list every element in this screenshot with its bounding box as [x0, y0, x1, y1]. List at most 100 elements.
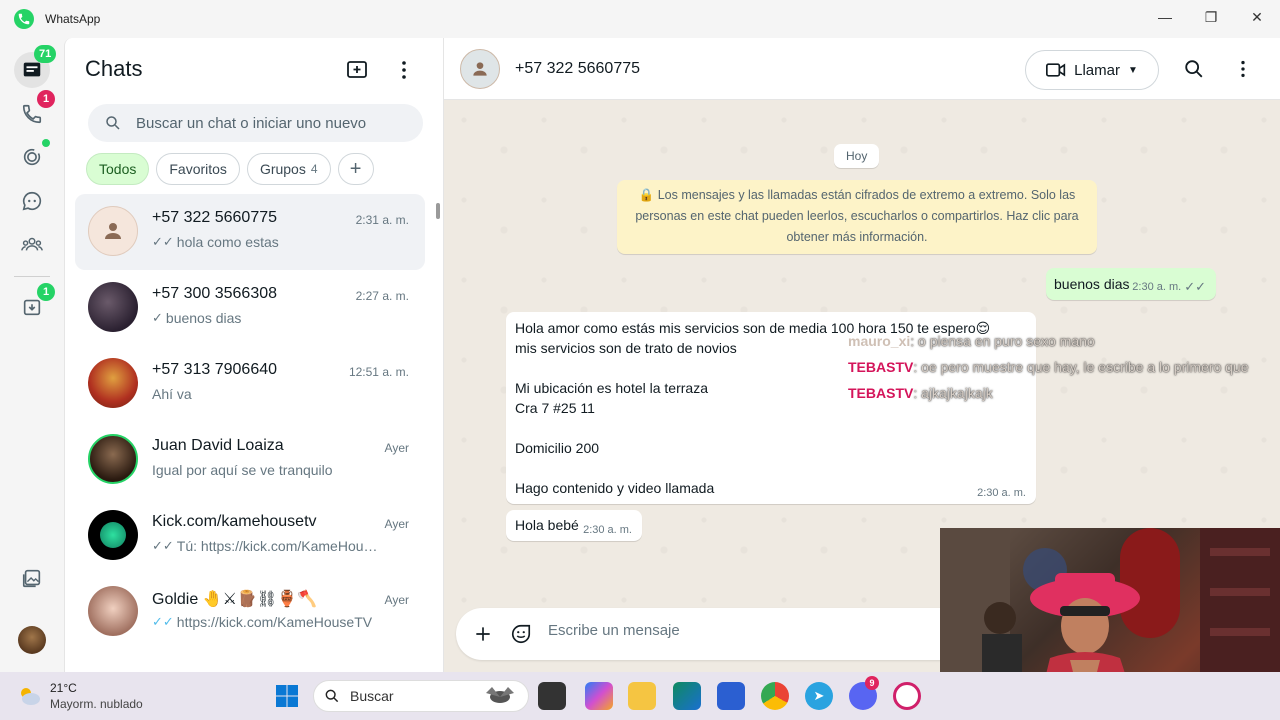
chevron-down-icon: ▼ — [1127, 64, 1138, 76]
contact-avatar[interactable] — [460, 49, 500, 89]
discord-icon[interactable]: 9 — [849, 676, 879, 710]
status-nav-button[interactable] — [14, 139, 50, 175]
chat-list-item[interactable]: Goldie 🤚⚔🪵⛓🏺🪓 Ayer ✓✓ https://kick.com/Ka… — [75, 574, 425, 650]
file-explorer-icon[interactable] — [628, 682, 656, 710]
encryption-notice[interactable]: 🔒 Los mensajes y las llamadas están cifr… — [617, 180, 1097, 254]
contact-avatar — [88, 510, 138, 560]
contact-avatar — [88, 358, 138, 408]
contact-avatar — [88, 282, 138, 332]
task-view-icon[interactable] — [538, 682, 566, 710]
start-button[interactable] — [273, 682, 301, 710]
chat-preview: Tú: https://kick.com/KameHou… — [176, 538, 378, 554]
edge-browser-icon[interactable] — [673, 682, 701, 710]
cloud-sun-icon — [21, 688, 40, 705]
add-filter-button[interactable]: + — [337, 153, 374, 185]
communities-icon — [21, 237, 43, 251]
taskbar: 21°C Mayorm. nublado Buscar ➤ 9 — [0, 672, 1280, 720]
search-icon — [1185, 60, 1203, 78]
search-messages-button[interactable] — [1181, 56, 1207, 82]
chats-title: Chats — [85, 56, 143, 81]
profile-avatar[interactable] — [18, 626, 46, 654]
discord-badge: 9 — [865, 676, 879, 690]
chat-name: Goldie 🤚⚔🪵⛓🏺🪓 — [152, 591, 318, 608]
calls-badge: 1 — [37, 90, 55, 108]
chat-list-item[interactable]: Juan David Loaiza Ayer Igual por aquí se… — [75, 422, 425, 498]
message-bubble-outgoing[interactable]: buenos dias 2:30 a. m. ✓✓ — [1046, 268, 1216, 300]
call-button-label: Llamar — [1074, 61, 1120, 79]
filter-groups[interactable]: Grupos 4 — [246, 153, 331, 185]
archived-nav-button[interactable]: 1 — [14, 283, 55, 325]
conversation-title[interactable]: +57 322 5660775 — [515, 60, 640, 78]
contact-avatar — [88, 206, 138, 256]
plus-icon — [476, 627, 490, 641]
calls-nav-button[interactable]: 1 — [14, 90, 55, 132]
chats-menu-button[interactable] — [390, 56, 418, 84]
double-check-icon: ✓✓ — [152, 538, 174, 553]
chrome-icon[interactable] — [761, 682, 789, 710]
chat-list-item[interactable]: +57 313 7906640 12:51 a. m. Ahí va — [75, 346, 425, 422]
search-icon — [325, 689, 339, 703]
chat-time: 2:31 a. m. — [355, 213, 409, 227]
double-check-read-icon: ✓✓ — [152, 614, 174, 629]
double-check-icon: ✓✓ — [152, 234, 174, 249]
chat-list: +57 322 5660775 2:31 a. m. ✓✓ hola como e… — [75, 194, 425, 650]
video-call-icon — [1046, 63, 1066, 77]
chats-nav-button[interactable]: 71 — [14, 45, 57, 88]
close-button[interactable]: ✕ — [1234, 0, 1280, 34]
media-nav-button[interactable] — [14, 560, 50, 596]
single-check-icon: ✓ — [152, 310, 163, 325]
conversation-header: +57 322 5660775 Llamar ▼ — [444, 38, 1280, 100]
weather-widget[interactable]: 21°C Mayorm. nublado — [16, 680, 143, 712]
status-dot — [42, 139, 50, 147]
stream-chat-line: mauro_xi: o piensa en puro sexo mano — [848, 333, 1095, 349]
new-chat-button[interactable] — [343, 56, 371, 84]
chat-search-input[interactable] — [136, 114, 406, 132]
stream-chat-overlay: mauro_xi: o piensa en puro sexo mano TEB… — [848, 328, 1249, 406]
message-time: 2:30 a. m. — [977, 487, 1026, 499]
chats-panel: Chats Todos Favoritos Grupos4 + +57 322 … — [64, 38, 444, 672]
taskbar-search-label: Buscar — [350, 688, 394, 704]
chat-name: +57 300 3566308 — [152, 285, 278, 302]
message-text: Hola bebé — [515, 517, 579, 533]
filter-all[interactable]: Todos — [86, 153, 150, 185]
chat-time: 2:27 a. m. — [355, 289, 409, 303]
communities-nav-button[interactable] — [14, 226, 50, 262]
message-input[interactable] — [548, 622, 928, 639]
channels-nav-button[interactable] — [14, 183, 50, 219]
chat-list-item[interactable]: Kick.com/kamehousetv Ayer ✓✓ Tú: https://… — [75, 498, 425, 574]
taskbar-search[interactable]: Buscar — [313, 680, 529, 712]
chats-unread-badge: 71 — [34, 45, 57, 63]
chat-preview: Igual por aquí se ve tranquilo — [152, 462, 333, 478]
more-vertical-icon — [402, 61, 406, 79]
chat-name: Juan David Loaiza — [152, 437, 284, 454]
chat-list-item[interactable]: +57 300 3566308 2:27 a. m. ✓ buenos dias — [75, 270, 425, 346]
default-person-icon — [105, 223, 121, 239]
opera-gx-icon[interactable] — [893, 682, 921, 710]
maximize-button[interactable]: ❐ — [1188, 0, 1234, 34]
archived-badge: 1 — [37, 283, 55, 301]
chat-time: Ayer — [384, 593, 409, 607]
title-bar: WhatsApp — ❐ ✕ — [0, 0, 1280, 38]
filter-favorites[interactable]: Favoritos — [156, 153, 240, 185]
copilot-icon[interactable] — [585, 682, 613, 710]
chat-list-item[interactable]: +57 322 5660775 2:31 a. m. ✓✓ hola como e… — [75, 194, 425, 270]
chat-preview: Ahí va — [152, 386, 192, 402]
message-time: 2:30 a. m. — [583, 524, 632, 536]
chat-search-bar[interactable] — [88, 104, 423, 142]
chat-time: Ayer — [384, 441, 409, 455]
minimize-button[interactable]: — — [1142, 0, 1188, 34]
chat-name: +57 322 5660775 — [152, 209, 278, 226]
call-button[interactable]: Llamar ▼ — [1025, 50, 1159, 90]
channels-icon — [22, 191, 42, 211]
weather-condition: Mayorm. nublado — [50, 697, 143, 711]
sticker-button[interactable] — [508, 621, 534, 647]
microsoft-store-icon[interactable] — [717, 682, 745, 710]
conversation-menu-button[interactable] — [1230, 56, 1256, 82]
chat-list-scrollbar[interactable] — [435, 195, 441, 665]
contact-avatar — [88, 434, 138, 484]
telegram-icon[interactable]: ➤ — [805, 682, 833, 710]
default-person-icon — [473, 62, 487, 76]
phone-icon — [22, 104, 42, 124]
message-bubble-incoming[interactable]: Hola bebé 2:30 a. m. — [506, 510, 642, 541]
attach-button[interactable] — [470, 621, 496, 647]
